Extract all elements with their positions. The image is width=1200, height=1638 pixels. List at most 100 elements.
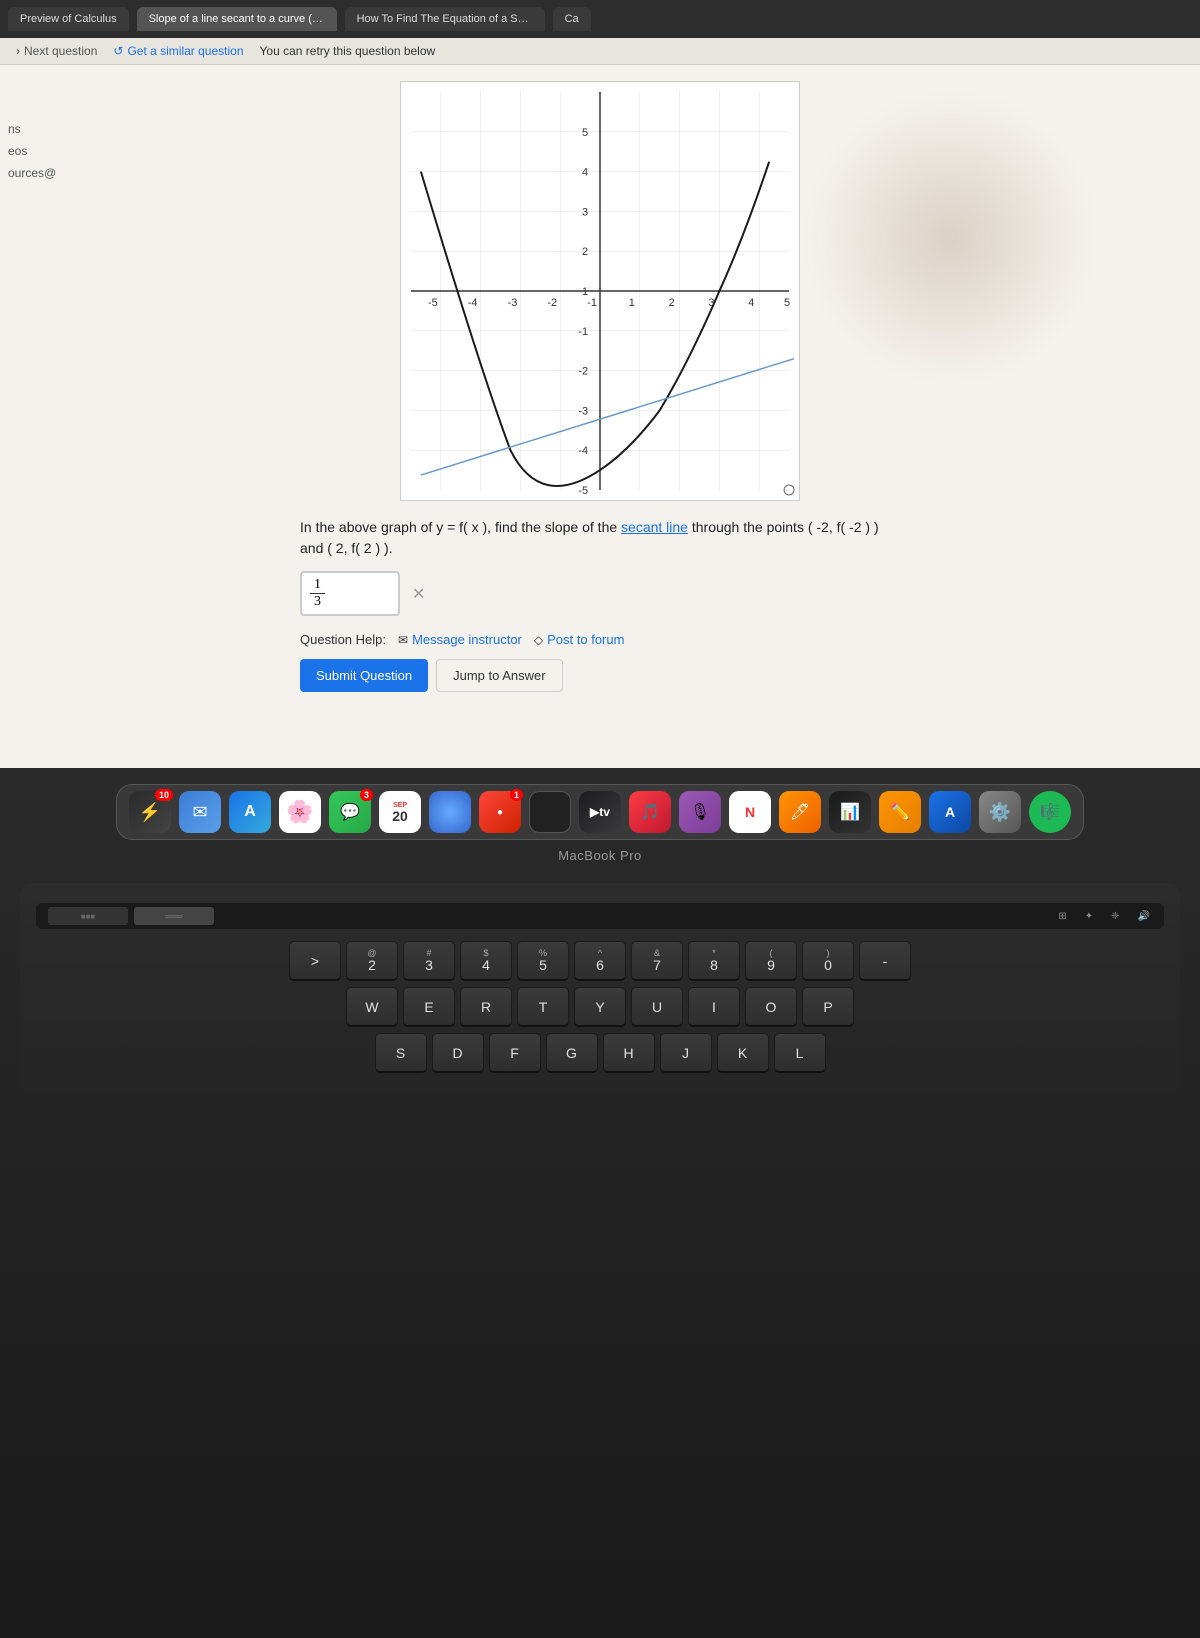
next-question-link[interactable]: ›Next question bbox=[16, 44, 97, 58]
graph-container: -5 -4 -3 -2 -1 1 2 3 4 5 5 4 3 2 1 -1 -2… bbox=[400, 81, 800, 501]
tb-volume[interactable]: 🔊 bbox=[1132, 908, 1156, 925]
svg-text:5: 5 bbox=[784, 297, 790, 309]
dock-item-markup[interactable]: 🖊 bbox=[779, 791, 821, 833]
key-d[interactable]: D bbox=[432, 1033, 484, 1073]
tb-screenshot2: ═══ bbox=[134, 907, 214, 925]
svg-text:1: 1 bbox=[582, 286, 588, 298]
sidebar-item-ns: ns bbox=[0, 118, 80, 140]
main-content: ns eos ources@ ›Next question ↺Get a sim… bbox=[0, 38, 1200, 768]
graph-svg: -5 -4 -3 -2 -1 1 2 3 4 5 5 4 3 2 1 -1 -2… bbox=[401, 82, 799, 500]
post-to-forum-link[interactable]: Post to forum bbox=[547, 632, 624, 647]
dock-item-mail[interactable]: ✉ bbox=[179, 791, 221, 833]
dock-item-dark[interactable] bbox=[529, 791, 571, 833]
svg-text:2: 2 bbox=[582, 246, 588, 258]
key-o[interactable]: O bbox=[745, 987, 797, 1027]
dock-item-clock[interactable]: ⚡ 10 bbox=[129, 791, 171, 833]
dock-item-podcasts[interactable]: 🎙 bbox=[679, 791, 721, 833]
key-y[interactable]: Y bbox=[574, 987, 626, 1027]
jump-to-answer-button[interactable]: Jump to Answer bbox=[436, 659, 563, 692]
dock-item-tv[interactable]: ▶tv bbox=[579, 791, 621, 833]
similar-question-link[interactable]: ↺Get a similar question bbox=[113, 44, 243, 58]
dock-item-app2[interactable]: A bbox=[929, 791, 971, 833]
key-k[interactable]: K bbox=[717, 1033, 769, 1073]
key-e[interactable]: E bbox=[403, 987, 455, 1027]
key-lparen-9[interactable]: ( 9 bbox=[745, 941, 797, 981]
dock-item-notes[interactable]: ✏️ bbox=[879, 791, 921, 833]
key-dollar-4[interactable]: $ 4 bbox=[460, 941, 512, 981]
key-l[interactable]: L bbox=[774, 1033, 826, 1073]
key-u[interactable]: U bbox=[631, 987, 683, 1027]
tb-brightness[interactable]: ✦ bbox=[1079, 908, 1099, 925]
key-dash[interactable]: - bbox=[859, 941, 911, 981]
secant-link[interactable]: secant line bbox=[621, 519, 688, 535]
keyboard-area: ■■■ ═══ ⊞ ✦ ❈ 🔊 > @ 2 # bbox=[20, 883, 1180, 1093]
key-row-1: W E R T Y U I O P bbox=[36, 987, 1164, 1027]
clear-button[interactable]: ✕ bbox=[408, 580, 429, 608]
key-amp-7[interactable]: & 7 bbox=[631, 941, 683, 981]
dock-item-sysprefs[interactable]: ⚙️ bbox=[979, 791, 1021, 833]
question-area: -5 -4 -3 -2 -1 1 2 3 4 5 5 4 3 2 1 -1 -2… bbox=[0, 65, 1200, 768]
question-help: Question Help: ✉ Message instructor ◇ Po… bbox=[300, 632, 900, 647]
answer-field[interactable]: 1 3 bbox=[300, 571, 400, 616]
key-chevron[interactable]: > bbox=[289, 941, 341, 981]
key-h[interactable]: H bbox=[603, 1033, 655, 1073]
dock-item-unknown[interactable] bbox=[429, 791, 471, 833]
svg-text:4: 4 bbox=[748, 297, 754, 309]
svg-text:-5: -5 bbox=[578, 485, 588, 497]
tab-youtube[interactable]: How To Find The Equation of a Secant Lin… bbox=[345, 7, 545, 31]
key-f[interactable]: F bbox=[489, 1033, 541, 1073]
key-row-0: > @ 2 # 3 $ 4 % 5 ^ bbox=[36, 941, 1164, 981]
sidebar: ns eos ources@ bbox=[0, 118, 80, 184]
svg-text:-4: -4 bbox=[468, 297, 478, 309]
key-hash-3[interactable]: # 3 bbox=[403, 941, 455, 981]
dock-item-photos[interactable]: 🌸 bbox=[279, 791, 321, 833]
tb-add[interactable]: ⊞ bbox=[1052, 908, 1072, 925]
keyboard: > @ 2 # 3 $ 4 % 5 ^ bbox=[36, 941, 1164, 1073]
svg-text:-3: -3 bbox=[508, 297, 518, 309]
dock-item-stats[interactable]: 📊 bbox=[829, 791, 871, 833]
dock-item-appstore[interactable]: A bbox=[229, 791, 271, 833]
dock-badge-messages: 3 bbox=[360, 789, 373, 801]
browser-bar: Preview of Calculus Slope of a line seca… bbox=[0, 0, 1200, 38]
dock-item-messages[interactable]: 💬 3 bbox=[329, 791, 371, 833]
dock-item-music[interactable]: 🎵 bbox=[629, 791, 671, 833]
key-at-2[interactable]: @ 2 bbox=[346, 941, 398, 981]
key-g[interactable]: G bbox=[546, 1033, 598, 1073]
key-r[interactable]: R bbox=[460, 987, 512, 1027]
key-i[interactable]: I bbox=[688, 987, 740, 1027]
key-rparen-0[interactable]: ) 0 bbox=[802, 941, 854, 981]
question-text: In the above graph of y = f( x ), find t… bbox=[300, 517, 900, 559]
key-w[interactable]: W bbox=[346, 987, 398, 1027]
key-j[interactable]: J bbox=[660, 1033, 712, 1073]
tab-preview-calculus[interactable]: Preview of Calculus bbox=[8, 7, 129, 31]
message-instructor-link[interactable]: Message instructor bbox=[412, 632, 522, 647]
submit-question-button[interactable]: Submit Question bbox=[300, 659, 428, 692]
macbook-label: MacBook Pro bbox=[558, 848, 642, 863]
key-p[interactable]: P bbox=[802, 987, 854, 1027]
dock-item-red[interactable]: ● 1 bbox=[479, 791, 521, 833]
svg-text:-2: -2 bbox=[578, 366, 588, 378]
key-star-8[interactable]: * 8 bbox=[688, 941, 740, 981]
svg-text:-2: -2 bbox=[547, 297, 557, 309]
dock-item-news[interactable]: N bbox=[729, 791, 771, 833]
sidebar-item-eos: eos bbox=[0, 140, 80, 162]
tb-settings[interactable]: ❈ bbox=[1105, 908, 1125, 925]
svg-text:1: 1 bbox=[629, 297, 635, 309]
key-row-2: S D F G H J K L bbox=[36, 1033, 1164, 1073]
sidebar-item-sources: ources@ bbox=[0, 162, 80, 184]
svg-text:-4: -4 bbox=[578, 445, 588, 457]
key-percent-5[interactable]: % 5 bbox=[517, 941, 569, 981]
retry-text: You can retry this question below bbox=[260, 44, 436, 58]
svg-text:2: 2 bbox=[669, 297, 675, 309]
key-caret-6[interactable]: ^ 6 bbox=[574, 941, 626, 981]
dock-item-calendar[interactable]: SEP 20 bbox=[379, 791, 421, 833]
svg-text:-3: -3 bbox=[578, 405, 588, 417]
key-t[interactable]: T bbox=[517, 987, 569, 1027]
svg-text:-5: -5 bbox=[428, 297, 438, 309]
key-s[interactable]: S bbox=[375, 1033, 427, 1073]
tab-ca[interactable]: Ca bbox=[553, 7, 591, 31]
dock-item-spotify[interactable]: 🎼 bbox=[1029, 791, 1071, 833]
tab-khan-academy[interactable]: Slope of a line secant to a curve (video… bbox=[137, 7, 337, 31]
svg-text:3: 3 bbox=[582, 206, 588, 218]
svg-text:5: 5 bbox=[582, 127, 588, 139]
